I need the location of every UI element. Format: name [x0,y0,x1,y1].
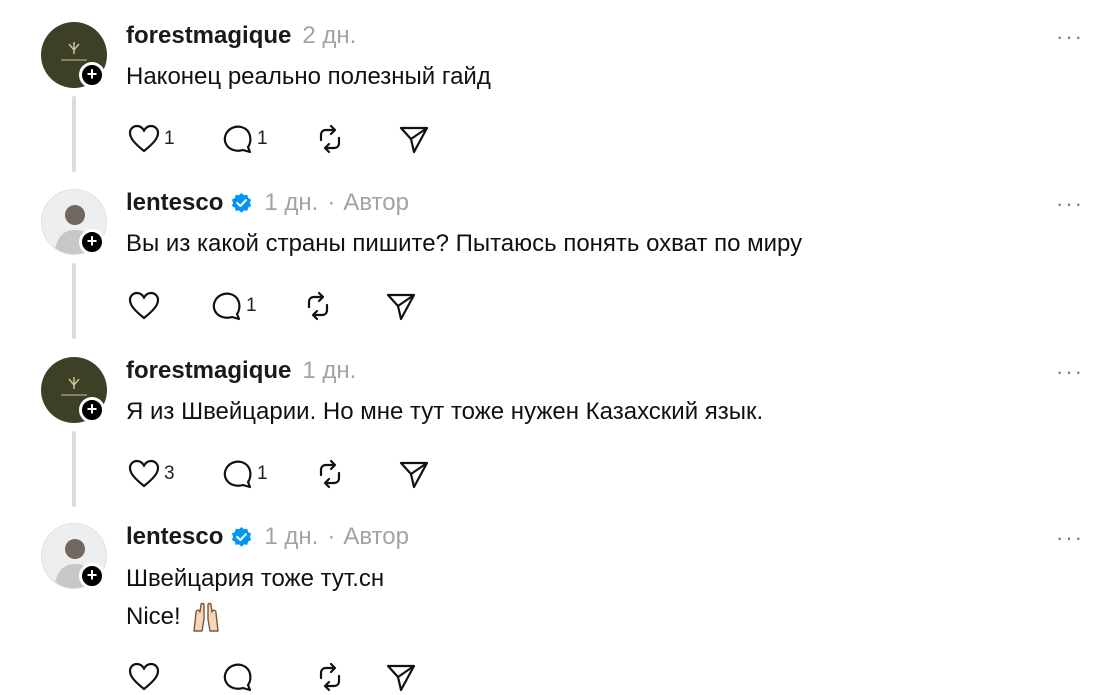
username[interactable]: lentesco [126,523,223,551]
username[interactable]: forestmagique [126,357,291,385]
like-button[interactable]: 1 [128,121,175,157]
repost-icon [307,291,329,321]
avatar[interactable]: + [41,22,107,88]
follow-plus-icon[interactable]: + [79,563,105,589]
repost-button[interactable] [314,121,346,157]
timestamp[interactable]: 2 дн. [302,22,356,50]
comment-text: Наконец реально полезный гайд [126,63,491,90]
comment-text: Я из Швейцарии. Но мне тут тоже нужен Ка… [126,398,764,425]
reply-button[interactable]: 1 [221,456,268,492]
username[interactable]: lentesco [126,189,223,217]
repost-icon [319,459,341,489]
more-options-icon[interactable]: ··· [1056,191,1084,217]
like-button[interactable] [128,288,160,324]
comment-text-line: Швейцария тоже тут.сн [126,565,385,592]
share-button[interactable] [398,456,430,492]
reply-count: 1 [257,463,268,484]
send-icon [386,664,416,692]
heart-icon [128,662,160,691]
reply-count: 1 [257,128,268,149]
username[interactable]: forestmagique [126,22,291,50]
avatar[interactable]: + [41,189,107,255]
repost-icon [319,662,341,692]
comment: + forestmagique 1 дн. ··· Я из Швейцарии… [0,335,1120,507]
author-label: Автор [343,189,409,216]
share-button[interactable] [398,121,430,157]
comment: + lentesco 1 дн. · Автор ··· Швейцария т… [0,501,1120,692]
comment-header: lentesco 1 дн. · Автор [126,521,409,553]
send-icon [386,293,416,321]
more-options-icon[interactable]: ··· [1056,359,1084,385]
comment-text: Nice! [126,603,181,630]
timestamp[interactable]: 1 дн. [302,357,356,385]
author-label: Автор [343,523,409,550]
heart-icon [128,459,160,488]
thread-line [72,263,76,339]
like-count: 1 [164,128,175,149]
avatar[interactable]: + [41,523,107,589]
thread-line [72,431,76,507]
repost-button[interactable] [314,456,346,492]
follow-plus-icon[interactable]: + [79,229,105,255]
comment: + lentesco 1 дн. · Автор ··· Вы из какой… [0,167,1120,339]
separator-dot: · [327,189,336,216]
thread-line [72,96,76,172]
more-options-icon[interactable]: ··· [1056,24,1084,50]
like-button[interactable]: 3 [128,456,175,492]
reply-button[interactable]: 1 [210,288,257,324]
like-button[interactable] [128,659,160,695]
repost-button[interactable] [302,288,334,324]
comment-header: forestmagique 2 дн. [126,20,356,52]
comment-bubble-icon [212,292,241,321]
follow-plus-icon[interactable]: + [79,397,105,423]
send-icon [399,461,429,489]
comment: + forestmagique 2 дн. ··· Наконец реальн… [0,0,1120,172]
separator-dot: · [327,523,336,550]
comment-bubble-icon [223,125,252,154]
share-button[interactable] [385,288,417,324]
comment-header: forestmagique 1 дн. [126,355,356,387]
verified-badge-icon [232,192,252,213]
heart-icon [128,291,160,320]
like-count: 3 [164,463,175,484]
verified-badge-icon [232,526,252,547]
send-icon [399,126,429,154]
reply-button[interactable] [221,659,253,695]
heart-icon [128,124,160,153]
repost-button[interactable] [314,659,346,695]
reply-button[interactable]: 1 [221,121,268,157]
comment-header: lentesco 1 дн. · Автор [126,187,409,219]
comment-bubble-icon [223,663,252,692]
follow-plus-icon[interactable]: + [79,62,105,88]
more-options-icon[interactable]: ··· [1056,525,1084,551]
comment-text-line: Nice! [126,601,223,633]
avatar[interactable]: + [41,357,107,423]
repost-icon [319,124,341,154]
share-button[interactable] [385,659,417,695]
reply-count: 1 [246,295,257,316]
timestamp[interactable]: 1 дн. [264,523,318,551]
comment-bubble-icon [223,460,252,489]
timestamp[interactable]: 1 дн. [264,189,318,217]
comment-text: Вы из какой страны пишите? Пытаюсь понят… [126,230,803,257]
raised-hands-emoji-icon [192,602,219,632]
